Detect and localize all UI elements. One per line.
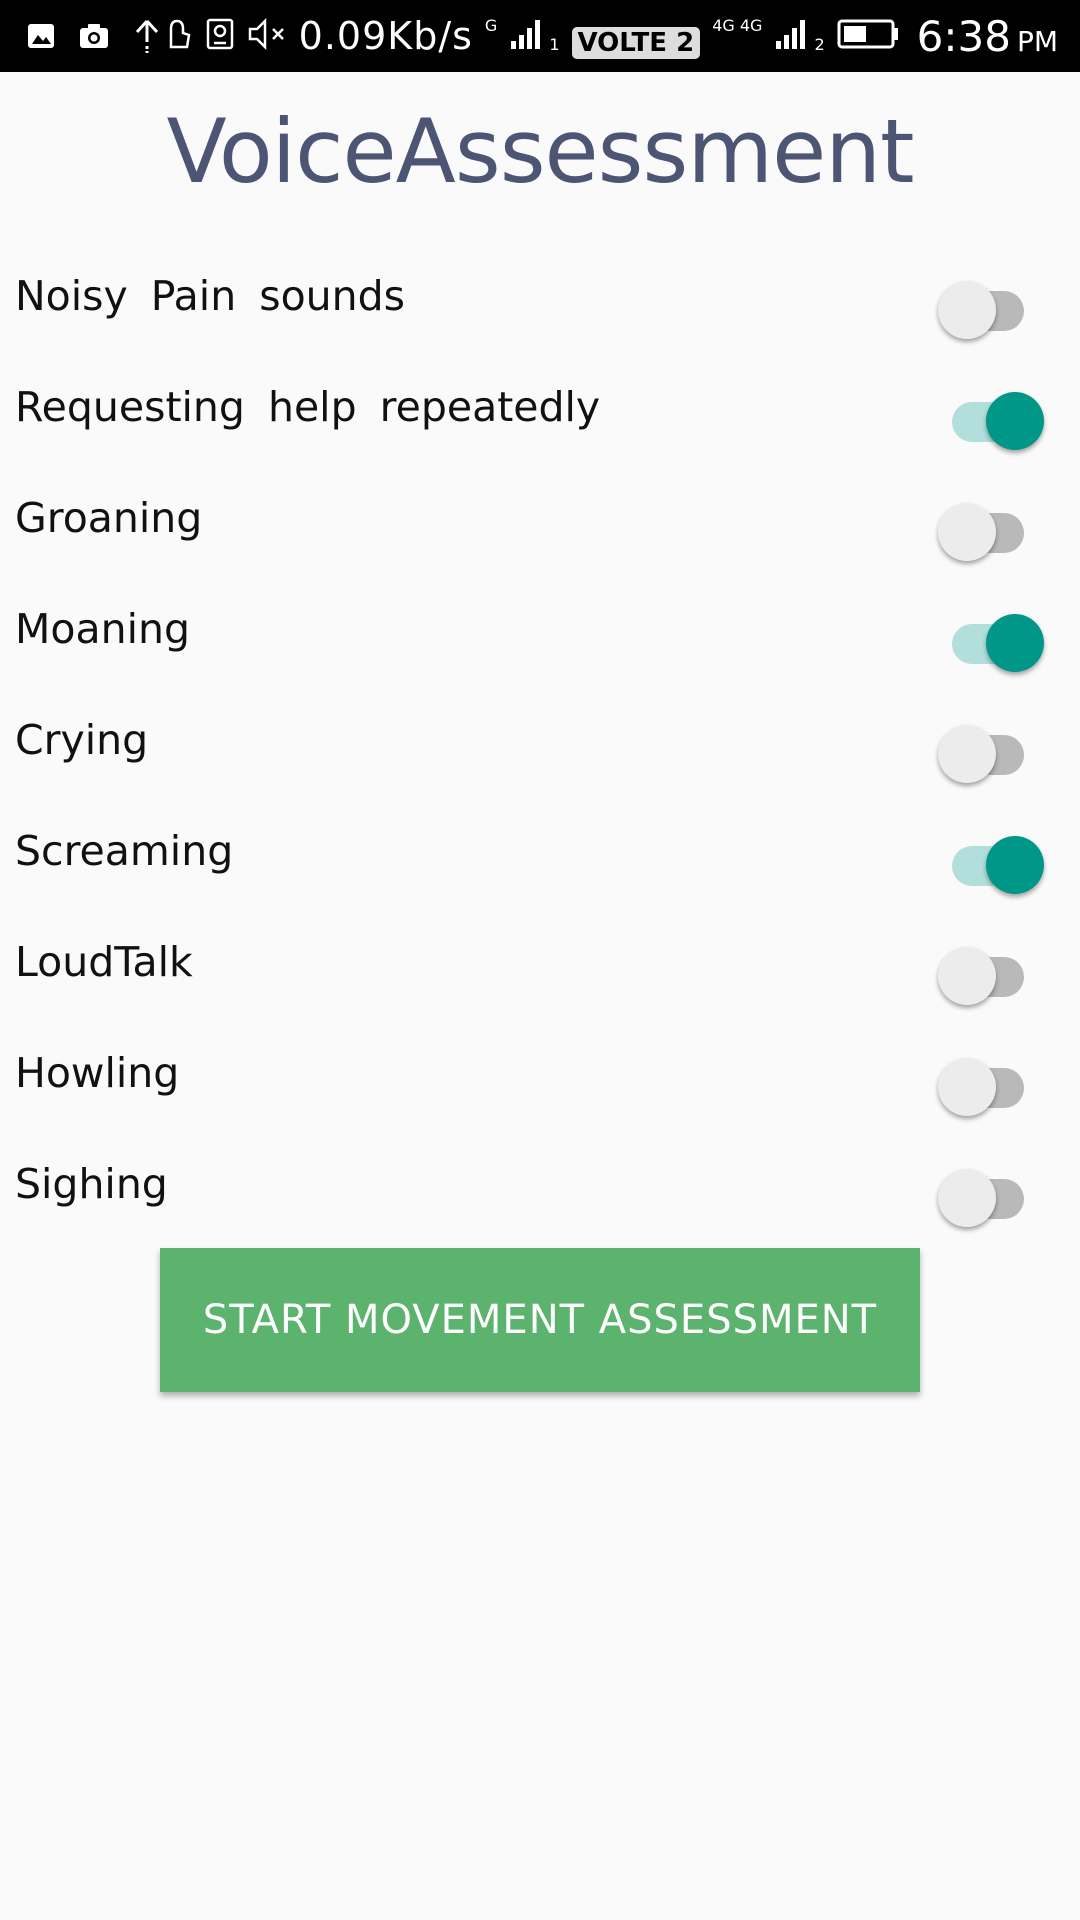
page-title: VoiceAssessment [166,100,914,203]
option-row: Requesting help repeatedly [0,361,1080,472]
option-label: Requesting help repeatedly [15,383,601,431]
clock-time: 6:38 [916,11,1011,61]
clock: 6:38 PM [917,12,1058,61]
option-row: Noisy Pain sounds [0,250,1080,361]
gallery-icon [26,21,56,55]
switch-thumb [938,1169,996,1227]
option-row: LoudTalk [0,916,1080,1027]
id-icon [205,17,235,55]
clock-ampm: PM [1016,24,1058,58]
option-label: Sighing [15,1160,168,1208]
option-label: Crying [15,716,149,764]
volte-badge: VOLTE 2 [571,27,701,59]
switch-thumb [986,392,1044,450]
option-label: LoudTalk [15,938,193,986]
status-bar: 0.09Kb/s G 1 VOLTE 2 4G 4G 2 6:38 PM [0,0,1080,72]
camera-icon [78,21,110,55]
sim2-index: 2 [814,35,825,54]
status-notifications [26,18,162,58]
switch-thumb [938,947,996,1005]
network-speed: 0.09Kb/s [298,14,473,58]
status-indicators: 0.09Kb/s G 1 VOLTE 2 4G 4G 2 6:38 PM [163,8,1058,64]
mute-icon [247,17,287,55]
option-label: Screaming [15,827,234,875]
upload-icon [132,18,162,58]
switch-thumb [938,1058,996,1116]
switch-thumb [938,503,996,561]
option-row: Groaning [0,472,1080,583]
option-toggle-switch[interactable] [938,280,1032,340]
sim1-type: G [484,16,498,35]
switch-thumb [938,725,996,783]
switch-thumb [986,836,1044,894]
hand-icon [163,17,193,55]
option-label: Noisy Pain sounds [15,272,406,320]
voice-options-list: Noisy Pain sounds Requesting help repeate… [0,250,1080,1249]
switch-thumb [938,281,996,339]
option-row: Screaming [0,805,1080,916]
option-label: Groaning [15,494,203,542]
sim2-type: 4G 4G [712,16,763,35]
option-toggle-switch[interactable] [938,724,1032,784]
option-toggle-switch[interactable] [948,835,1044,895]
option-row: Moaning [0,583,1080,694]
option-toggle-switch[interactable] [938,1168,1032,1228]
option-toggle-switch[interactable] [948,391,1044,451]
option-label: Moaning [15,605,190,653]
signal-icon [509,17,543,55]
option-row: Howling [0,1027,1080,1138]
battery-icon [837,17,899,55]
option-row: Crying [0,694,1080,805]
start-movement-assessment-button[interactable]: START MOVEMENT ASSESSMENT [160,1248,920,1392]
signal-icon [774,17,808,55]
option-toggle-switch[interactable] [938,946,1032,1006]
switch-thumb [986,614,1044,672]
option-toggle-switch[interactable] [938,1057,1032,1117]
sim1-index: 1 [549,35,560,54]
option-toggle-switch[interactable] [938,502,1032,562]
option-label: Howling [15,1049,180,1097]
option-row: Sighing [0,1138,1080,1249]
option-toggle-switch[interactable] [948,613,1044,673]
